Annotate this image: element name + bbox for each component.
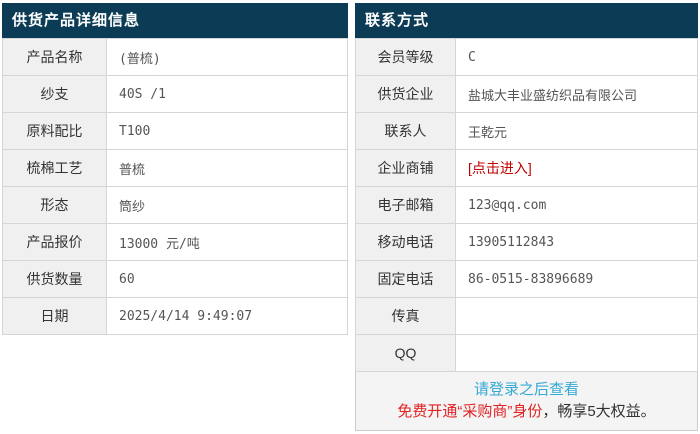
contact-panel: 联系方式 会员等级C供货企业盐城大丰业盛纺织品有限公司联系人王乾元企业商铺 [点击… bbox=[355, 3, 698, 431]
row-value: 王乾元 bbox=[456, 113, 698, 150]
row-value bbox=[456, 335, 698, 372]
row-label: 纱支 bbox=[3, 76, 107, 113]
table-row: 产品名称(普梳) bbox=[3, 39, 348, 76]
shop-enter-link[interactable]: [点击进入] bbox=[468, 160, 532, 176]
table-row: 原料配比T100 bbox=[3, 113, 348, 150]
contact-title: 联系方式 bbox=[355, 3, 698, 38]
purchaser-promo-text: 免费开通“采购商”身份，畅享5大权益。 bbox=[356, 401, 697, 423]
row-label: 电子邮箱 bbox=[356, 187, 456, 224]
product-info-panel: 供货产品详细信息 产品名称(普梳)纱支40S /1原料配比T100梳棉工艺普梳形… bbox=[2, 3, 348, 335]
row-label: 会员等级 bbox=[356, 39, 456, 76]
row-value: 60 bbox=[107, 261, 348, 298]
product-info-title: 供货产品详细信息 bbox=[2, 3, 348, 38]
row-label: 供货企业 bbox=[356, 76, 456, 113]
row-label: 联系人 bbox=[356, 113, 456, 150]
row-label: 原料配比 bbox=[3, 113, 107, 150]
page: 供货产品详细信息 产品名称(普梳)纱支40S /1原料配比T100梳棉工艺普梳形… bbox=[0, 0, 700, 434]
contact-table: 会员等级C供货企业盐城大丰业盛纺织品有限公司联系人王乾元企业商铺 [点击进入] 电子… bbox=[355, 38, 698, 372]
table-row: 传真 bbox=[356, 298, 698, 335]
table-row: QQ bbox=[356, 335, 698, 372]
table-row: 供货企业盐城大丰业盛纺织品有限公司 bbox=[356, 76, 698, 113]
product-info-table: 产品名称(普梳)纱支40S /1原料配比T100梳棉工艺普梳形态筒纱产品报价13… bbox=[2, 38, 348, 335]
row-label: 供货数量 bbox=[3, 261, 107, 298]
row-label: 产品名称 bbox=[3, 39, 107, 76]
table-row: 形态筒纱 bbox=[3, 187, 348, 224]
row-value: 盐城大丰业盛纺织品有限公司 bbox=[456, 76, 698, 113]
row-label: 梳棉工艺 bbox=[3, 150, 107, 187]
row-value: T100 bbox=[107, 113, 348, 150]
table-row: 纱支40S /1 bbox=[3, 76, 348, 113]
row-label: 形态 bbox=[3, 187, 107, 224]
row-value: 普梳 bbox=[107, 150, 348, 187]
table-row: 移动电话13905112843 bbox=[356, 224, 698, 261]
table-row: 固定电话86-0515-83896689 bbox=[356, 261, 698, 298]
row-label: 固定电话 bbox=[356, 261, 456, 298]
table-row: 梳棉工艺普梳 bbox=[3, 150, 348, 187]
table-row: 联系人王乾元 bbox=[356, 113, 698, 150]
row-label: 产品报价 bbox=[3, 224, 107, 261]
row-label: 企业商铺 bbox=[356, 150, 456, 187]
row-value: (普梳) bbox=[107, 39, 348, 76]
row-value: 13905112843 bbox=[456, 224, 698, 261]
table-row: 供货数量60 bbox=[3, 261, 348, 298]
row-value: 2025/4/14 9:49:07 bbox=[107, 298, 348, 335]
row-value: 40S /1 bbox=[107, 76, 348, 113]
table-row: 日期2025/4/14 9:49:07 bbox=[3, 298, 348, 335]
row-label: 移动电话 bbox=[356, 224, 456, 261]
promo-red-text: 免费开通“采购商”身份 bbox=[397, 403, 542, 420]
row-value: C bbox=[456, 39, 698, 76]
row-value: 筒纱 bbox=[107, 187, 348, 224]
row-value bbox=[456, 298, 698, 335]
login-to-view-link[interactable]: 请登录之后查看 bbox=[356, 379, 697, 401]
row-label: 日期 bbox=[3, 298, 107, 335]
table-row: 企业商铺 [点击进入] bbox=[356, 150, 698, 187]
table-row: 产品报价13000 元/吨 bbox=[3, 224, 348, 261]
row-value: 86-0515-83896689 bbox=[456, 261, 698, 298]
row-label: QQ bbox=[356, 335, 456, 372]
row-label: 传真 bbox=[356, 298, 456, 335]
row-value: [点击进入] bbox=[456, 150, 698, 187]
row-value: 123@qq.com bbox=[456, 187, 698, 224]
promo-rest-text: ，畅享5大权益。 bbox=[542, 403, 655, 420]
row-value: 13000 元/吨 bbox=[107, 224, 348, 261]
table-row: 电子邮箱123@qq.com bbox=[356, 187, 698, 224]
table-row: 会员等级C bbox=[356, 39, 698, 76]
contact-footer: 请登录之后查看 免费开通“采购商”身份，畅享5大权益。 bbox=[355, 372, 698, 431]
